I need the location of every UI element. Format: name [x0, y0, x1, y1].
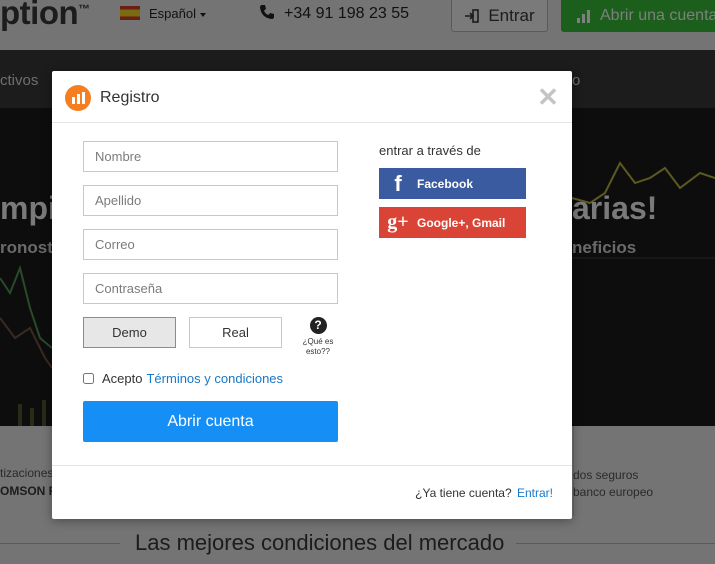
divider: [0, 543, 120, 544]
header-login-button[interactable]: Entrar: [451, 0, 548, 32]
google-login-button[interactable]: g+ Google+, Gmail: [379, 207, 526, 238]
hero-title-right: arias!: [572, 190, 658, 226]
terms-checkbox[interactable]: [83, 373, 94, 384]
modal-footer: ¿Ya tiene cuenta? Entrar!: [52, 465, 572, 519]
facebook-login-button[interactable]: f Facebook: [379, 168, 526, 199]
social-login-label: entrar a través de: [379, 143, 481, 158]
registration-modal: Registro ✕ Demo Real ? ¿Qué es esto?? Ac…: [52, 71, 572, 519]
phone-icon: [260, 5, 274, 19]
help-text: ¿Qué es esto??: [302, 337, 334, 356]
divider: [516, 543, 715, 544]
hero-subtitle-left: ronosti: [0, 238, 58, 257]
feature-right-line-2: banco europeo: [573, 485, 654, 499]
conditions-heading: Las mejores condiciones del mercado: [135, 530, 505, 555]
feature-left-line-1: tizaciones: [0, 466, 54, 480]
sign-in-icon: [465, 9, 480, 23]
existing-account-prompt: ¿Ya tiene cuenta? Entrar!: [415, 486, 553, 500]
terms-prefix: Acepto: [102, 371, 143, 386]
bar-chart-icon: [577, 10, 590, 23]
google-label: Google+, Gmail: [417, 215, 506, 230]
spain-flag-icon: [120, 6, 140, 20]
google-plus-icon: g+: [387, 211, 409, 233]
feature-right-line-1: dos seguros: [573, 468, 639, 482]
support-phone: +34 91 198 23 55: [284, 5, 410, 22]
nav-item-right[interactable]: o: [572, 72, 580, 89]
close-icon[interactable]: ✕: [536, 84, 560, 110]
demo-account-button[interactable]: Demo: [83, 317, 176, 348]
login-link[interactable]: Entrar!: [517, 486, 553, 500]
account-type-help[interactable]: ? ¿Qué es esto??: [298, 317, 338, 357]
site-logo: ption™: [0, 0, 90, 31]
open-account-button[interactable]: Abrir cuenta: [83, 401, 338, 442]
modal-title: Registro: [100, 89, 160, 106]
terms-link[interactable]: Términos y condiciones: [146, 371, 283, 386]
question-icon: ?: [309, 317, 327, 334]
terms-row: Acepto Términos y condiciones: [83, 371, 283, 386]
feature-left-line-2: OMSON R: [0, 484, 58, 498]
facebook-icon: f: [394, 170, 402, 196]
hero-subtitle-right: neficios: [572, 238, 637, 257]
first-name-input[interactable]: [83, 141, 338, 172]
existing-account-question: ¿Ya tiene cuenta?: [415, 486, 512, 500]
caret-down-icon: [199, 12, 206, 17]
header-open-account-button[interactable]: Abrir una cuenta: [561, 0, 715, 32]
brand-logo-icon: [65, 85, 91, 111]
nav-item-assets[interactable]: ctivos: [0, 72, 38, 89]
last-name-input[interactable]: [83, 185, 338, 216]
email-input[interactable]: [83, 229, 338, 260]
facebook-label: Facebook: [417, 176, 474, 191]
real-account-button[interactable]: Real: [189, 317, 282, 348]
password-input[interactable]: [83, 273, 338, 304]
site-header: ption™ Español +34 91 198 23 55 Entrar A…: [0, 0, 715, 50]
language-selector[interactable]: Español: [149, 6, 206, 21]
modal-header: Registro ✕: [52, 71, 572, 123]
